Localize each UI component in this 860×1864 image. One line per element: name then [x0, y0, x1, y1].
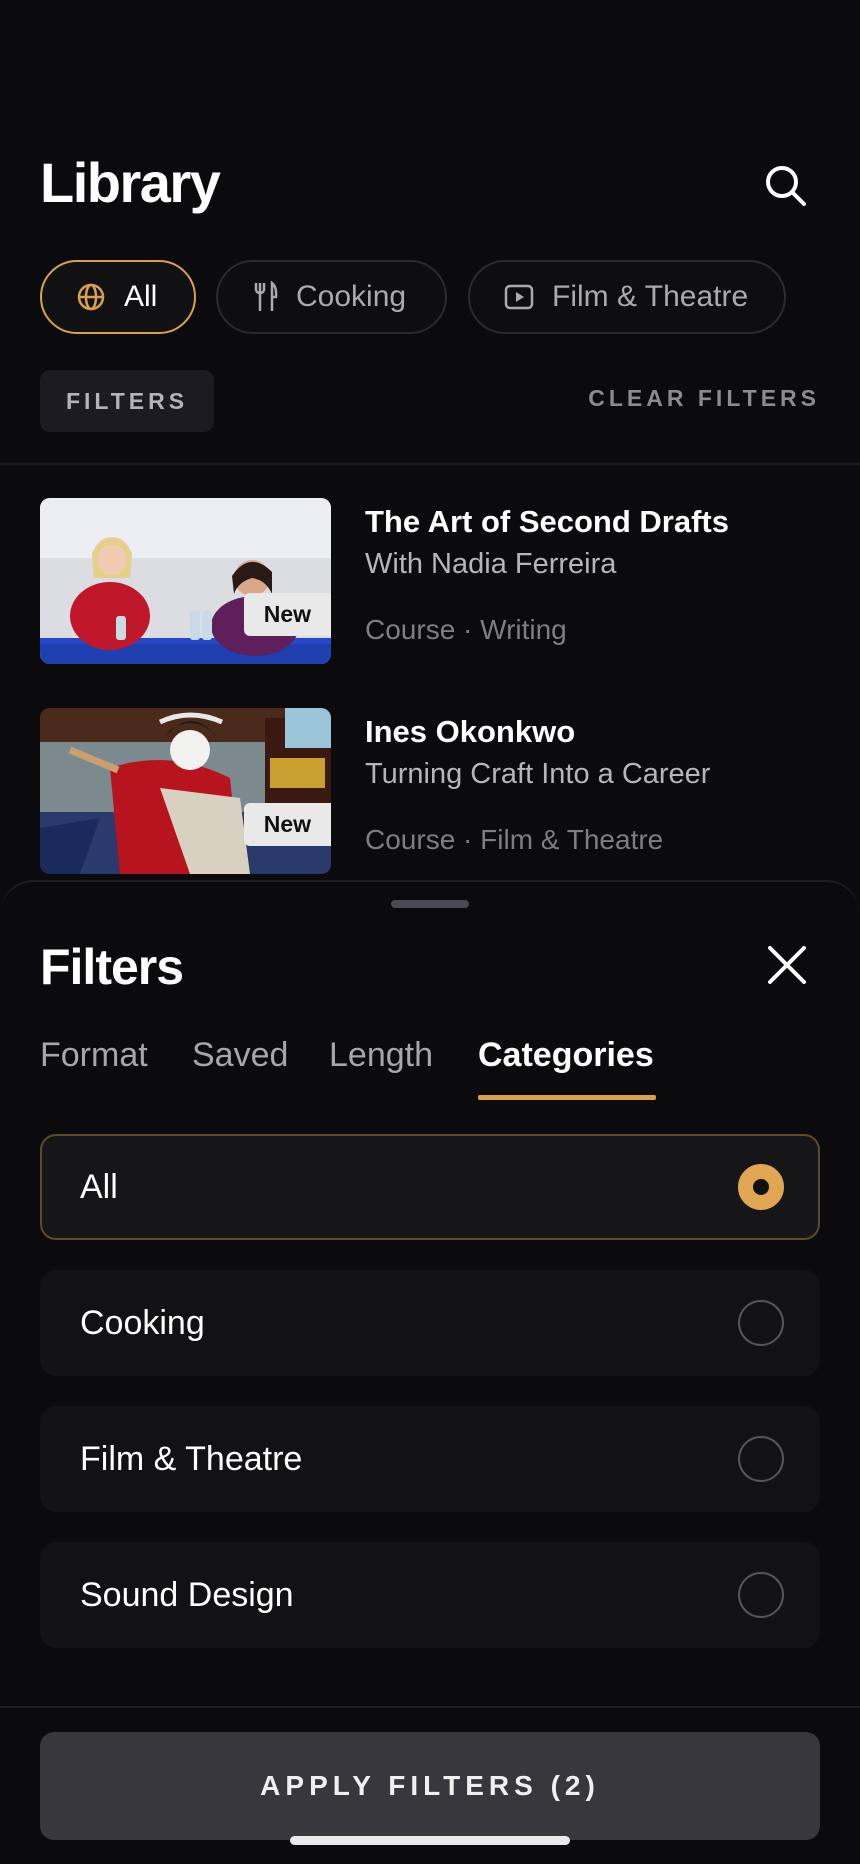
radio-unselected [738, 1572, 784, 1618]
sheet-title: Filters [40, 939, 184, 995]
page-title: Library [40, 151, 221, 214]
play-icon [504, 284, 534, 310]
option-cooking[interactable]: Cooking [40, 1270, 820, 1376]
chip-label: Cooking [296, 280, 407, 313]
close-button[interactable] [762, 940, 812, 990]
list-item[interactable]: New Ines Okonkwo Turning Craft Into a Ca… [40, 708, 820, 874]
tab-categories[interactable]: Categories [478, 1036, 654, 1075]
apply-filters-button[interactable]: APPLY FILTERS (2) [40, 1732, 820, 1840]
radio-unselected [738, 1436, 784, 1482]
item-subtitle: With Nadia Ferreira [365, 548, 617, 580]
radio-unselected [738, 1300, 784, 1346]
option-sound-design[interactable]: Sound Design [40, 1542, 820, 1648]
item-meta: Course · Writing [365, 614, 567, 645]
library-screen: Library All Cooking Film & Theatre FILTE… [0, 0, 860, 1864]
item-meta: Course · Film & Theatre [365, 824, 664, 855]
list-item[interactable]: New The Art of Second Drafts With Nadia … [40, 498, 820, 664]
item-title: The Art of Second Drafts [365, 504, 729, 539]
chip-label: All [124, 280, 158, 313]
search-button[interactable] [760, 160, 812, 212]
filters-button[interactable]: FILTERS [40, 370, 214, 432]
option-label: Cooking [80, 1303, 205, 1342]
option-label: Sound Design [80, 1575, 294, 1614]
option-film-theatre[interactable]: Film & Theatre [40, 1406, 820, 1512]
tab-active-indicator [478, 1095, 656, 1100]
chip-film-theatre[interactable]: Film & Theatre [468, 260, 786, 334]
home-indicator [290, 1836, 570, 1845]
chip-cooking[interactable]: Cooking [216, 260, 447, 334]
new-badge: New [243, 593, 331, 636]
search-icon [766, 166, 806, 206]
thumbnail-image: New [40, 498, 331, 664]
chip-all[interactable]: All [40, 260, 196, 334]
sheet-grabber[interactable] [391, 900, 469, 908]
filters-sheet: Filters Format Saved Length Categories A… [0, 880, 860, 1864]
radio-selected [738, 1164, 784, 1210]
item-title: Ines Okonkwo [365, 714, 576, 749]
close-icon [768, 946, 806, 984]
globe-icon [77, 283, 105, 311]
thumbnail-image: New [40, 708, 331, 874]
option-all[interactable]: All [40, 1134, 820, 1240]
divider [0, 1706, 860, 1708]
item-subtitle: Turning Craft Into a Career [365, 758, 711, 790]
option-label: All [80, 1167, 118, 1206]
tab-saved[interactable]: Saved [192, 1036, 288, 1075]
option-label: Film & Theatre [80, 1439, 303, 1478]
tab-format[interactable]: Format [40, 1036, 148, 1075]
utensils-icon [254, 281, 278, 311]
divider [0, 463, 860, 465]
chip-label: Film & Theatre [552, 280, 749, 313]
new-badge: New [243, 803, 331, 846]
clear-filters-button[interactable]: CLEAR FILTERS [588, 385, 820, 412]
tab-length[interactable]: Length [329, 1036, 433, 1075]
